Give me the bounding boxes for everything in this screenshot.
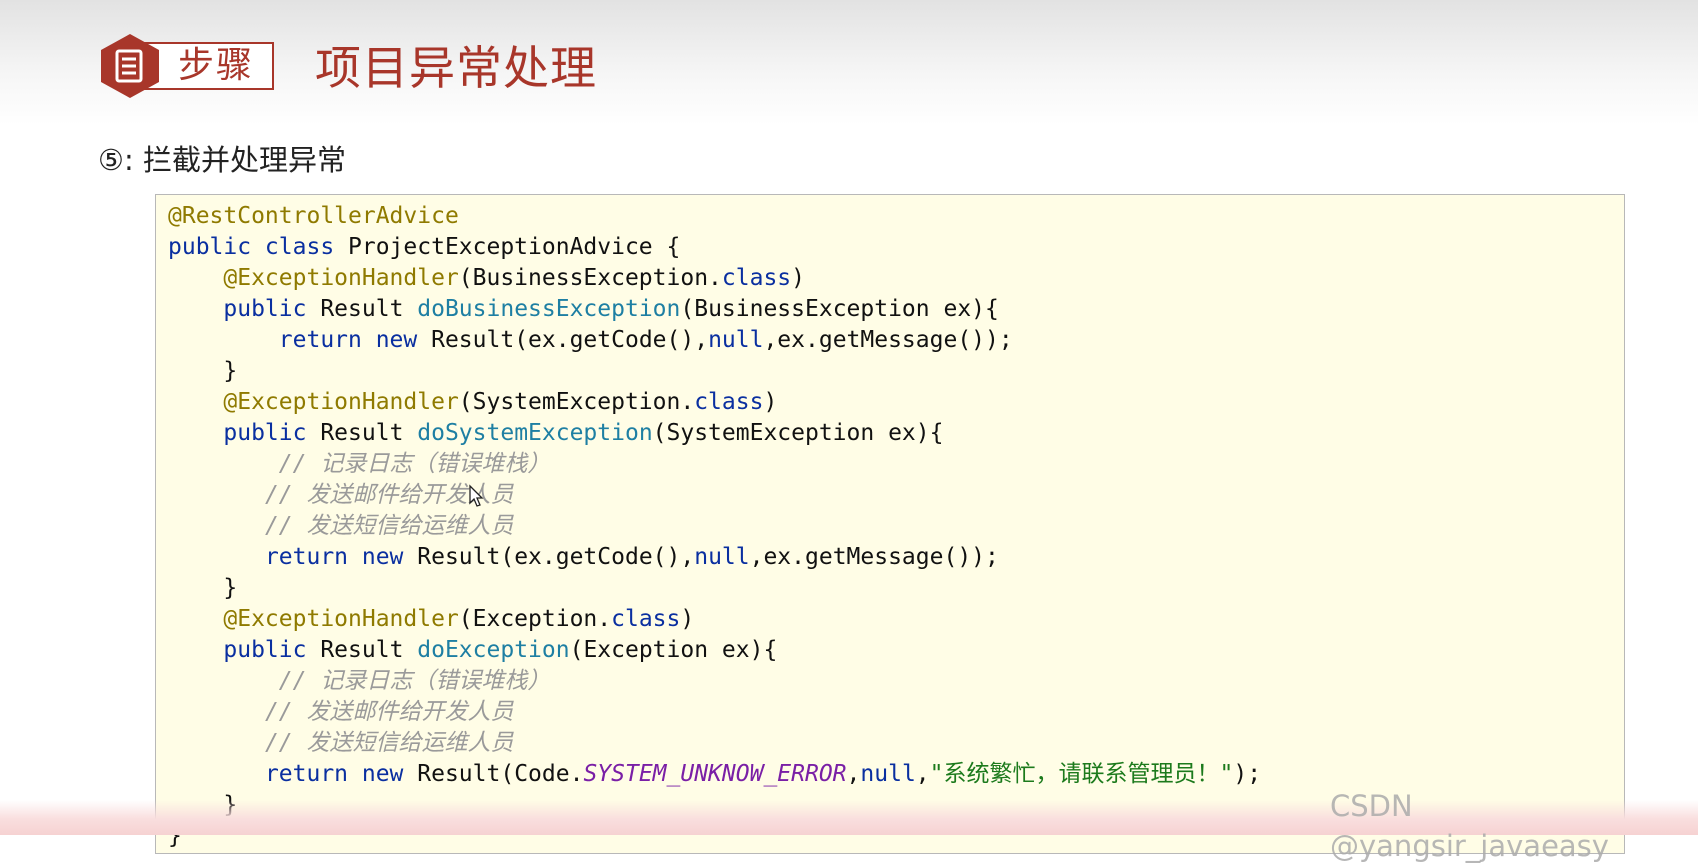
code-token: class [611, 606, 681, 632]
step-label: ⑤: 拦截并处理异常 [98, 143, 346, 177]
step-badge: 步骤 [98, 32, 274, 100]
code-token: SYSTEM_UNKNOW_ERROR [583, 761, 847, 787]
code-token: doException [417, 637, 570, 663]
code-token: Result [320, 420, 418, 446]
code-token: doBusinessException [417, 296, 681, 322]
code-token: // 发送短信给运维人员 [264, 730, 514, 756]
code-line: public Result doSystemException(SystemEx… [168, 418, 943, 449]
code-token: // 发送短信给运维人员 [264, 513, 514, 539]
page-title: 项目异常处理 [315, 41, 597, 95]
code-token: , [915, 761, 930, 787]
code-token: } [168, 358, 238, 384]
code-token: (SystemException ex){ [652, 420, 944, 446]
code-token: Result [320, 637, 418, 663]
code-token: Result(Code. [417, 761, 584, 787]
code-token: class [694, 389, 764, 415]
code-token: (SystemException. [458, 389, 695, 415]
code-token: } [168, 575, 238, 601]
code-line: } [168, 573, 237, 604]
code-token: Result [320, 296, 418, 322]
code-token: @ExceptionHandler [223, 389, 459, 415]
code-token: "系统繁忙，请联系管理员！" [929, 761, 1234, 787]
code-token: (Exception ex){ [569, 637, 778, 663]
code-line: @RestControllerAdvice [168, 201, 459, 232]
code-line: // 发送邮件给开发人员 [168, 697, 514, 728]
code-line: public Result doException(Exception ex){ [168, 635, 777, 666]
code-token: (BusinessException ex){ [680, 296, 999, 322]
code-token: null [860, 761, 916, 787]
code-token: doSystemException [417, 420, 653, 446]
code-token: @RestControllerAdvice [168, 203, 459, 229]
code-token: ) [791, 265, 806, 291]
code-token: null [708, 327, 764, 353]
code-token: , [846, 761, 861, 787]
code-token: @ExceptionHandler [223, 265, 459, 291]
code-token: public [223, 637, 321, 663]
code-token: (Exception. [458, 606, 612, 632]
code-line: @ExceptionHandler(SystemException.class) [168, 387, 777, 418]
code-line: // 记录日志（错误堆栈） [168, 449, 551, 480]
code-line: // 发送短信给运维人员 [168, 511, 514, 542]
code-token: ) [680, 606, 695, 632]
code-token: return new [264, 761, 418, 787]
code-line: public class ProjectExceptionAdvice { [168, 232, 680, 263]
code-token: // 记录日志（错误堆栈） [278, 668, 551, 694]
code-line: return new Result(Code.SYSTEM_UNKNOW_ERR… [168, 759, 1261, 790]
mouse-cursor-icon [469, 484, 484, 507]
code-token: Result(ex.getCode(), [431, 327, 709, 353]
code-token: @ExceptionHandler [223, 606, 459, 632]
document-icon [101, 34, 159, 98]
code-line: return new Result(ex.getCode(),null,ex.g… [168, 325, 1013, 356]
code-line: // 发送邮件给开发人员 [168, 480, 514, 511]
step-badge-label: 步骤 [178, 45, 255, 86]
code-line: } [168, 356, 237, 387]
code-token: public [223, 296, 321, 322]
code-line: @ExceptionHandler(Exception.class) [168, 604, 694, 635]
code-line: // 发送短信给运维人员 [168, 728, 514, 759]
code-line: return new Result(ex.getCode(),null,ex.g… [168, 542, 999, 573]
code-token: null [694, 544, 750, 570]
code-token: // 发送邮件给开发人员 [264, 699, 514, 725]
code-token: ProjectExceptionAdvice { [348, 234, 681, 260]
code-line: public Result doBusinessException(Busine… [168, 294, 999, 325]
code-token: class [721, 265, 792, 291]
code-line: @ExceptionHandler(BusinessException.clas… [168, 263, 805, 294]
code-line: // 记录日志（错误堆栈） [168, 666, 551, 697]
code-token: ,ex.getMessage()); [749, 544, 999, 570]
code-token: ) [763, 389, 778, 415]
code-token: public [223, 420, 321, 446]
code-token: return new [264, 544, 418, 570]
code-token: Result(ex.getCode(), [417, 544, 695, 570]
code-token: // 记录日志（错误堆栈） [278, 451, 551, 477]
code-token: (BusinessException. [458, 265, 722, 291]
watermark: CSDN @yangsir_javaeasy [1330, 789, 1609, 863]
code-token: ); [1233, 761, 1262, 787]
code-token: public class [168, 234, 349, 260]
code-token: return new [278, 327, 432, 353]
code-token: ,ex.getMessage()); [763, 327, 1013, 353]
